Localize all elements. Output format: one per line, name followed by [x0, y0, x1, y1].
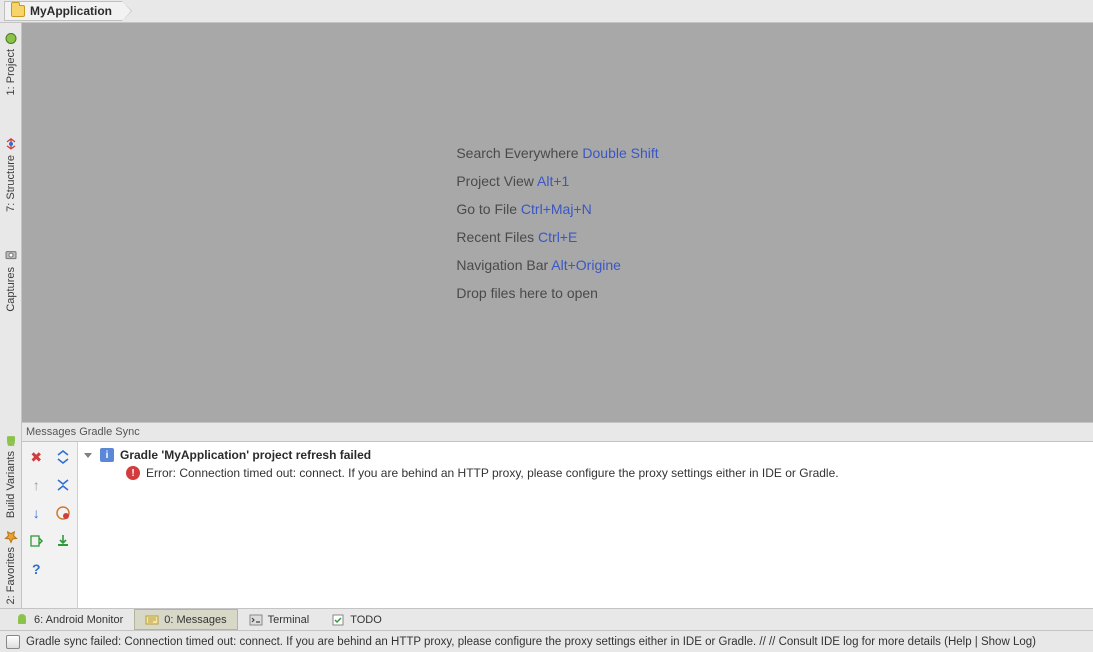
breadcrumb-bar: MyApplication: [0, 0, 1093, 23]
captures-icon: [4, 249, 18, 263]
android-icon: [15, 613, 29, 627]
tab-android-monitor-label: 6: Android Monitor: [34, 614, 123, 626]
status-bar: Gradle sync failed: Connection timed out…: [0, 630, 1093, 652]
messages-icon: [145, 613, 159, 627]
collapse-all-icon[interactable]: [52, 474, 74, 496]
message-group-title: Gradle 'MyApplication' project refresh f…: [120, 448, 371, 462]
tab-android-monitor[interactable]: 6: Android Monitor: [4, 609, 134, 630]
tip-drop-label: Drop files here to open: [456, 285, 598, 301]
folder-icon: [11, 5, 25, 17]
tab-favorites[interactable]: 2: Favorites: [2, 525, 20, 608]
editor-empty-area: Search Everywhere Double Shift Project V…: [22, 23, 1093, 422]
error-prefix: Error:: [146, 466, 176, 480]
close-icon[interactable]: ✖: [25, 446, 47, 468]
terminal-icon: [249, 613, 263, 627]
messages-toolbar: ✖ ↑ ↓ ?: [22, 442, 78, 608]
tip-projview-shortcut[interactable]: Alt+1: [537, 173, 569, 189]
tab-todo[interactable]: TODO: [320, 609, 393, 630]
left-tool-strip: 1: Project 7: Structure Captures Build V…: [0, 23, 22, 608]
messages-title-bar[interactable]: Messages Gradle Sync: [22, 422, 1093, 442]
tab-project[interactable]: 1: Project: [2, 27, 20, 99]
error-icon: !: [126, 466, 140, 480]
bottom-tool-tabs: 6: Android Monitor 0: Messages Terminal …: [0, 608, 1093, 630]
info-icon: i: [100, 448, 114, 462]
error-body: Connection timed out: connect. If you ar…: [179, 466, 838, 480]
breadcrumb-root[interactable]: MyApplication: [4, 1, 123, 21]
tab-build-variants[interactable]: Build Variants: [2, 429, 20, 522]
tab-messages-label: 0: Messages: [164, 614, 226, 626]
up-arrow-icon[interactable]: ↑: [25, 474, 47, 496]
tab-todo-label: TODO: [350, 614, 382, 626]
tip-gotofile-shortcut[interactable]: Ctrl+Maj+N: [521, 201, 592, 217]
messages-tree[interactable]: i Gradle 'MyApplication' project refresh…: [78, 442, 1093, 608]
message-group-header[interactable]: i Gradle 'MyApplication' project refresh…: [84, 446, 1087, 464]
tip-navbar-label: Navigation Bar: [456, 257, 548, 273]
structure-icon: [4, 137, 18, 151]
tip-navbar-shortcut[interactable]: Alt+Origine: [551, 257, 621, 273]
android-icon: [4, 433, 18, 447]
expand-triangle-icon[interactable]: [84, 453, 92, 458]
down-arrow-icon[interactable]: ↓: [25, 502, 47, 524]
import-icon[interactable]: [52, 530, 74, 552]
export-icon[interactable]: [25, 530, 47, 552]
status-indicator-icon[interactable]: [6, 635, 20, 649]
error-message-row[interactable]: ! Error: Connection timed out: connect. …: [84, 466, 1087, 480]
tip-search-label: Search Everywhere: [456, 145, 578, 161]
tip-search-shortcut[interactable]: Double Shift: [582, 145, 658, 161]
help-icon[interactable]: ?: [25, 558, 47, 580]
tip-recent-label: Recent Files: [456, 229, 534, 245]
messages-panel: ✖ ↑ ↓ ?: [22, 442, 1093, 608]
tip-gotofile-label: Go to File: [456, 201, 517, 217]
project-name: MyApplication: [30, 4, 112, 18]
messages-title: Messages Gradle Sync: [26, 426, 140, 438]
tab-messages[interactable]: 0: Messages: [134, 609, 237, 630]
tab-structure[interactable]: 7: Structure: [2, 133, 20, 216]
project-icon: [4, 31, 18, 45]
tip-projview-label: Project View: [456, 173, 534, 189]
tip-recent-shortcut[interactable]: Ctrl+E: [538, 229, 577, 245]
expand-all-icon[interactable]: [52, 446, 74, 468]
tab-terminal-label: Terminal: [268, 614, 310, 626]
tab-captures[interactable]: Captures: [2, 245, 20, 316]
todo-icon: [331, 613, 345, 627]
tab-terminal[interactable]: Terminal: [238, 609, 321, 630]
filter-icon[interactable]: [52, 502, 74, 524]
star-icon: [4, 529, 18, 543]
status-text: Gradle sync failed: Connection timed out…: [26, 636, 1036, 648]
editor-tips: Search Everywhere Double Shift Project V…: [456, 133, 658, 313]
